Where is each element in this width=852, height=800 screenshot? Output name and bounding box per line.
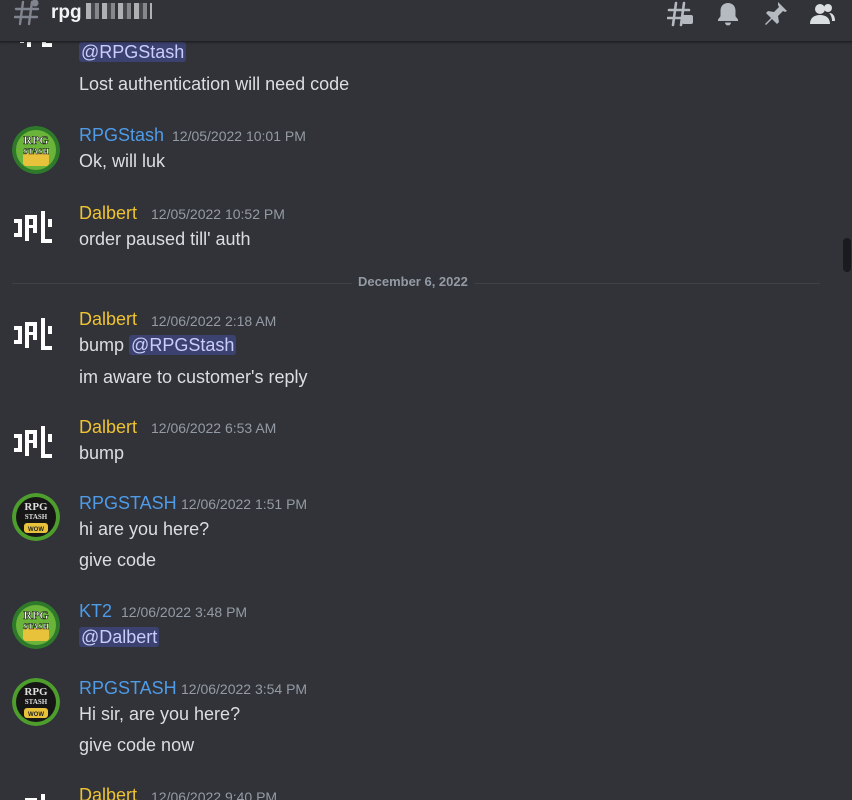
rpgstash-wow-avatar[interactable]: RPG STASH WOW xyxy=(12,493,60,541)
threads-icon[interactable] xyxy=(667,0,695,28)
message-item: Dalbert 12/06/2022 6:53 AM bump xyxy=(0,417,840,467)
message-timestamp[interactable]: 12/05/2022 10:52 PM xyxy=(151,206,285,222)
author-name[interactable]: RPGSTASH xyxy=(79,493,177,514)
avatar-text: STASH xyxy=(25,698,48,706)
author-name[interactable]: RPGSTASH xyxy=(79,678,177,699)
avatar-text: RPG xyxy=(24,501,48,513)
message-text: hi are you here? xyxy=(79,519,210,539)
message-item: Dalbert 12/06/2022 9:40 PM xyxy=(0,785,840,800)
scrollbar-thumb[interactable] xyxy=(843,238,851,272)
author-name[interactable]: RPGStash xyxy=(79,125,164,146)
channel-name[interactable]: rpg xyxy=(51,2,82,24)
message-item: RPG STASH KT2 12/06/2022 3:48 PM @Dalber… xyxy=(0,601,840,651)
date-divider: December 6, 2022 xyxy=(352,274,474,289)
message-list[interactable]: @RPGStash Lost authentication will need … xyxy=(0,41,852,800)
hash-icon xyxy=(14,0,40,26)
message-text: Lost authentication will need code xyxy=(79,74,350,94)
author-name[interactable]: KT2 xyxy=(79,601,112,622)
avatar-text: STASH xyxy=(23,147,49,156)
message-timestamp[interactable]: 12/06/2022 6:53 AM xyxy=(151,420,276,436)
message-timestamp[interactable]: 12/06/2022 2:18 AM xyxy=(151,313,276,329)
avatar-text: WOW xyxy=(28,712,44,718)
kt2-avatar[interactable]: RPG STASH xyxy=(12,601,60,649)
bell-icon[interactable] xyxy=(714,0,742,28)
dalbert-avatar[interactable] xyxy=(12,312,60,360)
message-item: Dalbert 12/05/2022 10:52 PM order paused… xyxy=(0,202,840,262)
channel-header: rpg xyxy=(0,0,852,42)
avatar-text: STASH xyxy=(25,513,48,521)
message-item: Dalbert 12/06/2022 2:18 AM bump @RPGStas… xyxy=(0,309,840,389)
avatar-text: WOW xyxy=(28,527,44,533)
rpgstash-avatar[interactable]: RPG STASH xyxy=(12,126,60,174)
message-text: order paused till' auth xyxy=(79,229,251,249)
message-text: im aware to customer's reply xyxy=(79,367,308,387)
dalbert-avatar[interactable] xyxy=(12,41,60,59)
message-item: RPG STASH WOW RPGSTASH 12/06/2022 1:51 P… xyxy=(0,493,840,573)
mention[interactable]: @Dalbert xyxy=(79,627,160,647)
message-timestamp[interactable]: 12/05/2022 10:01 PM xyxy=(172,128,306,144)
message-item: @RPGStash Lost authentication will need … xyxy=(0,41,840,101)
dalbert-avatar[interactable] xyxy=(12,788,60,800)
avatar-text: RPG xyxy=(23,133,48,147)
author-name[interactable]: Dalbert xyxy=(79,203,137,224)
message-timestamp[interactable]: 12/06/2022 3:48 PM xyxy=(121,604,247,620)
dalbert-avatar[interactable] xyxy=(12,420,60,468)
message-text: Ok, will luk xyxy=(79,151,166,171)
message-text: bump xyxy=(79,335,125,355)
avatar-text: STASH xyxy=(23,622,49,631)
message-text: give code xyxy=(79,550,157,570)
mention[interactable]: @RPGStash xyxy=(129,335,237,355)
mention[interactable]: @RPGStash xyxy=(79,42,187,62)
author-name[interactable]: Dalbert xyxy=(79,785,137,800)
avatar-text: RPG xyxy=(23,608,48,622)
message-text: Hi sir, are you here? xyxy=(79,704,241,724)
avatar-text: RPG xyxy=(24,686,48,698)
message-timestamp[interactable]: 12/06/2022 3:54 PM xyxy=(181,681,307,697)
message-timestamp[interactable]: 12/06/2022 1:51 PM xyxy=(181,496,307,512)
author-name[interactable]: Dalbert xyxy=(79,417,137,438)
message-item: RPG STASH WOW RPGSTASH 12/06/2022 3:54 P… xyxy=(0,678,840,758)
message-timestamp[interactable]: 12/06/2022 9:40 PM xyxy=(151,789,277,800)
pin-icon[interactable] xyxy=(761,0,789,28)
message-text: give code now xyxy=(79,735,195,755)
members-icon[interactable] xyxy=(808,0,836,28)
dalbert-avatar[interactable] xyxy=(12,205,60,253)
redacted-channel-name xyxy=(86,3,152,19)
message-text: bump xyxy=(79,443,125,463)
rpgstash-wow-avatar[interactable]: RPG STASH WOW xyxy=(12,678,60,726)
author-name[interactable]: Dalbert xyxy=(79,309,137,330)
message-item: RPG STASH RPGStash 12/05/2022 10:01 PM O… xyxy=(0,125,840,185)
